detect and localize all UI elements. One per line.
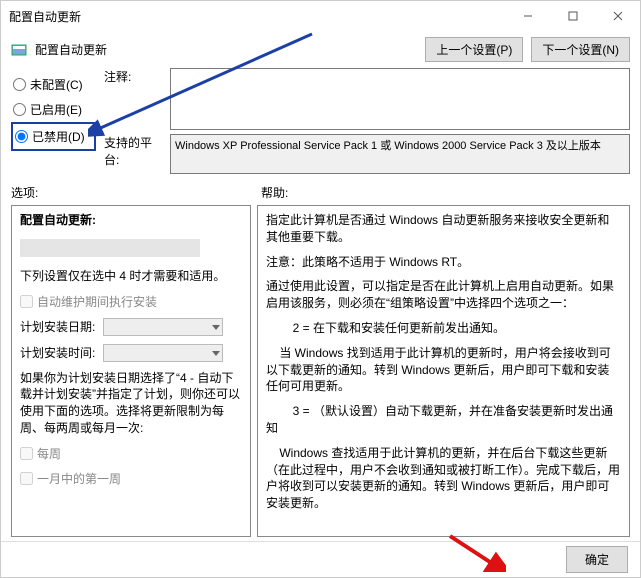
comment-label: 注释: <box>104 68 164 85</box>
options-para1: 如果你为计划安装日期选择了“4 - 自动下载并计划安装”并指定了计划，则你还可以… <box>20 370 242 437</box>
radio-not-configured-label: 未配置(C) <box>30 76 83 93</box>
cb-weekly[interactable]: 每周 <box>20 445 242 462</box>
radio-disabled-input[interactable] <box>15 130 28 143</box>
cb-maintenance-input[interactable] <box>20 295 33 308</box>
help-opt2desc: 当 Windows 找到适用于此计算机的更新时，用户将会接收到可以下载更新的通知… <box>266 345 621 395</box>
prev-setting-button[interactable]: 上一个设置(P) <box>425 37 523 62</box>
help-p3: 通过使用此设置，可以指定是否在此计算机上启用自动更新。如果启用该服务，则必须在“… <box>266 278 621 312</box>
panes: 配置自动更新: 下列设置仅在选中 4 时才需要和适用。 自动维护期间执行安装 计… <box>1 203 640 541</box>
options-title: 配置自动更新: <box>20 212 242 229</box>
help-opt3desc: Windows 查找适用于此计算机的更新，并在后台下载这些更新（在此过程中，用户… <box>266 445 621 512</box>
next-setting-button[interactable]: 下一个设置(N) <box>531 37 630 62</box>
install-day-combo[interactable] <box>103 318 223 336</box>
maximize-button[interactable] <box>550 1 595 31</box>
radio-disabled[interactable]: 已禁用(D) <box>11 122 96 151</box>
section-headers: 选项: 帮助: <box>1 180 640 203</box>
cb-month-first-label: 一月中的第一周 <box>37 470 121 487</box>
cb-weekly-input[interactable] <box>20 447 33 460</box>
cb-month-first[interactable]: 一月中的第一周 <box>20 470 242 487</box>
ok-button[interactable]: 确定 <box>566 546 628 573</box>
cb-maintenance-label: 自动维护期间执行安装 <box>37 293 157 310</box>
radio-not-configured-input[interactable] <box>13 78 26 91</box>
comment-textarea[interactable] <box>170 68 630 130</box>
options-pane[interactable]: 配置自动更新: 下列设置仅在选中 4 时才需要和适用。 自动维护期间执行安装 计… <box>11 205 251 537</box>
install-time-label: 计划安装时间: <box>20 346 95 360</box>
config-grid: 未配置(C) 已启用(E) 已禁用(D) 注释: 支持的平台: Windows … <box>1 68 640 180</box>
radio-enabled[interactable]: 已启用(E) <box>11 97 96 122</box>
help-p2: 注意：此策略不适用于 Windows RT。 <box>266 254 621 271</box>
help-opt3: 3 = （默认设置）自动下载更新，并在准备安装更新时发出通知 <box>266 403 621 437</box>
state-radio-group: 未配置(C) 已启用(E) 已禁用(D) <box>11 68 96 174</box>
close-button[interactable] <box>595 1 640 31</box>
radio-not-configured[interactable]: 未配置(C) <box>11 72 96 97</box>
help-opt2: 2 = 在下载和安装任何更新前发出通知。 <box>266 320 621 337</box>
minimize-button[interactable] <box>505 1 550 31</box>
cb-weekly-label: 每周 <box>37 445 61 462</box>
install-time-combo[interactable] <box>103 344 223 362</box>
window-title: 配置自动更新 <box>9 8 505 25</box>
options-note: 下列设置仅在选中 4 时才需要和适用。 <box>20 268 242 285</box>
titlebar: 配置自动更新 <box>1 1 640 31</box>
page-title: 配置自动更新 <box>35 41 417 58</box>
cb-maintenance[interactable]: 自动维护期间执行安装 <box>20 293 242 310</box>
options-header: 选项: <box>11 184 261 201</box>
radio-enabled-label: 已启用(E) <box>30 101 82 118</box>
help-pane[interactable]: 指定此计算机是否通过 Windows 自动更新服务来接收安全更新和其他重要下载。… <box>257 205 630 537</box>
policy-icon <box>11 42 27 58</box>
header-row: 配置自动更新 上一个设置(P) 下一个设置(N) <box>1 31 640 68</box>
platform-label: 支持的平台: <box>104 134 164 168</box>
configure-update-combo[interactable] <box>20 239 200 257</box>
help-p1: 指定此计算机是否通过 Windows 自动更新服务来接收安全更新和其他重要下载。 <box>266 212 621 246</box>
radio-disabled-label: 已禁用(D) <box>32 128 85 145</box>
footer: 确定 <box>1 541 640 577</box>
radio-enabled-input[interactable] <box>13 103 26 116</box>
cb-month-first-input[interactable] <box>20 472 33 485</box>
supported-platform-box: Windows XP Professional Service Pack 1 或… <box>170 134 630 174</box>
install-day-label: 计划安装日期: <box>20 320 95 334</box>
help-header: 帮助: <box>261 184 288 201</box>
